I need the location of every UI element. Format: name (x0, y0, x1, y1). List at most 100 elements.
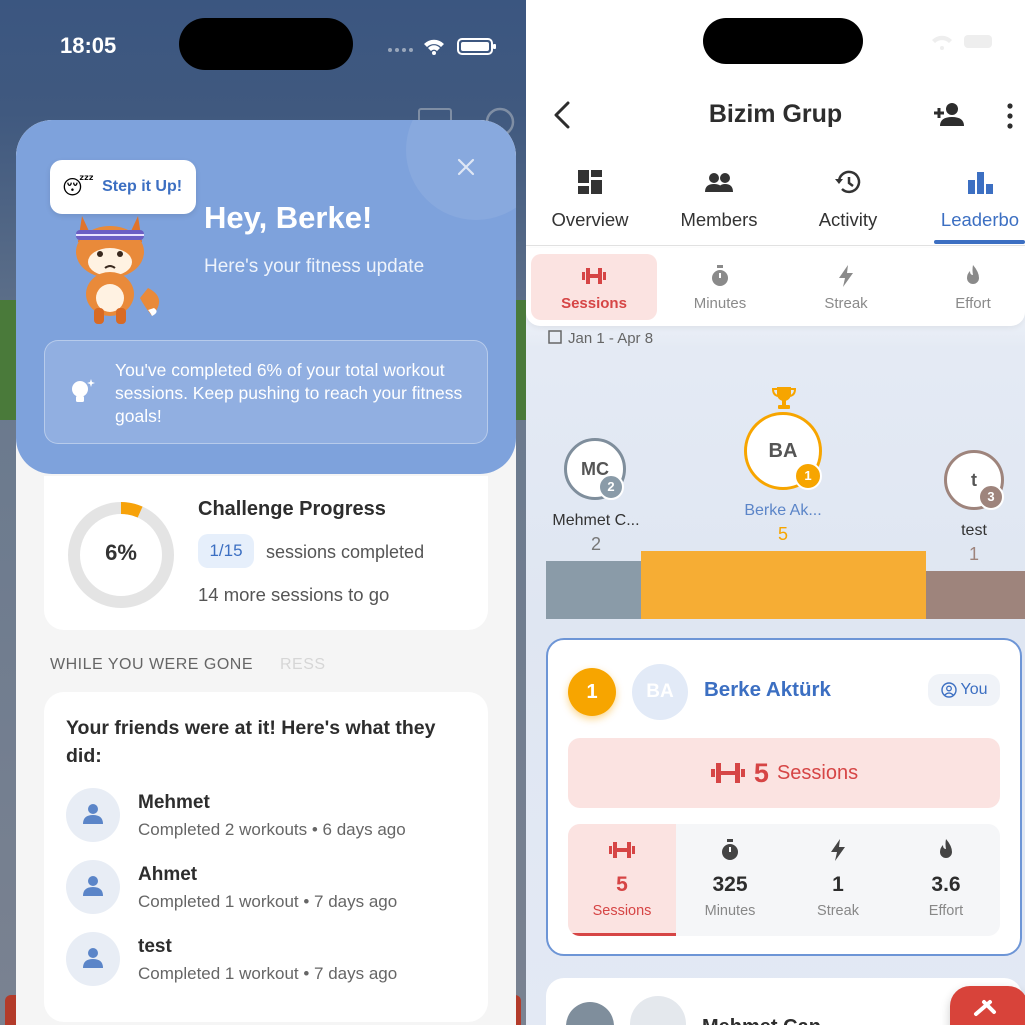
podium-name: Mehmet C... (552, 512, 640, 529)
more-options-icon[interactable] (1006, 102, 1014, 130)
active-tab-indicator (934, 240, 1025, 244)
status-icons (388, 38, 496, 55)
member-name: Mehmet Can (702, 1016, 821, 1025)
date-range[interactable]: Jan 1 - Apr 8 (548, 330, 653, 347)
sessions-remaining: 14 more sessions to go (198, 584, 390, 605)
rank-badge: 1 (568, 668, 616, 716)
user-circle-icon (940, 682, 957, 698)
stopwatch-icon (722, 839, 738, 860)
flame-icon (967, 265, 979, 284)
sessions-chip: 1/15 (198, 534, 254, 568)
challenge-progress-card: 6% Challenge Progress 1/15 sessions comp… (44, 476, 488, 630)
avatar (630, 996, 686, 1025)
lightbulb-icon (72, 379, 95, 402)
add-member-icon[interactable] (932, 100, 966, 130)
friends-title: Your friends were at it! Here's what the… (66, 717, 436, 767)
avatar-initials: t (971, 470, 977, 490)
dashboard-icon (578, 170, 602, 194)
tab-overview[interactable]: Overview (530, 168, 650, 231)
calendar-icon (548, 330, 562, 344)
status-bar: 18:05 (0, 0, 526, 90)
stat-label: Minutes (704, 903, 756, 919)
log-workout-fab[interactable] (950, 986, 1025, 1025)
podium-bar-3 (926, 571, 1025, 619)
date-range-label: Jan 1 - Apr 8 (568, 330, 654, 347)
stat-value: 325 (712, 873, 748, 896)
avatar-initials: BA (768, 440, 798, 462)
friend-name: test (138, 936, 172, 957)
podium-value: 5 (777, 524, 788, 544)
metric-sessions[interactable]: Sessions (531, 254, 657, 320)
members-icon (705, 173, 733, 192)
leader-name: Berke Aktürk (704, 678, 831, 701)
flame-icon (940, 839, 952, 858)
podium-name: test (961, 522, 987, 539)
stat-value: 5 (616, 873, 628, 896)
primary-stat-value: 5 (753, 757, 769, 788)
tab-members[interactable]: Members (659, 168, 779, 231)
metric-label: Sessions (561, 295, 627, 312)
dumbbell-icon (609, 842, 635, 858)
bolt-icon (839, 265, 853, 287)
stat-minutes[interactable]: 325 Minutes (676, 824, 784, 936)
stat-sessions[interactable]: 5 Sessions (568, 824, 676, 936)
tab-leaderboard[interactable]: Leaderbo (920, 168, 1025, 231)
podium-value: 2 (590, 534, 601, 554)
friend-detail: Completed 1 workout • 7 days ago (138, 892, 398, 911)
sleepy-emoji-icon: 😴 (62, 176, 95, 199)
user-icon (83, 876, 103, 896)
section-ghost-text: RESS (280, 656, 326, 673)
divider (526, 245, 1025, 246)
mood-badge: 😴 Step it Up! (50, 160, 196, 214)
dynamic-island (179, 18, 353, 70)
history-icon (835, 170, 861, 194)
right-screen: 18:07 Bizim Grup Overview Members Activi… (526, 0, 1025, 1025)
tip-text: You've completed 6% of your total workou… (115, 360, 463, 426)
you-badge: You (928, 674, 1000, 706)
friend-item[interactable]: test Completed 1 workout • 7 days ago (66, 932, 466, 992)
friend-item[interactable]: Mehmet Completed 2 workouts • 6 days ago (66, 788, 466, 848)
metric-label: Minutes (693, 295, 747, 312)
user-icon (83, 804, 103, 824)
stat-value: 3.6 (931, 873, 961, 896)
metric-label: Effort (955, 295, 991, 312)
stat-streak[interactable]: 1 Streak (784, 824, 892, 936)
rank-badge (566, 1002, 614, 1025)
bolt-icon (831, 839, 845, 861)
user-icon (83, 948, 103, 968)
close-button[interactable] (454, 156, 478, 180)
friend-name: Mehmet (138, 792, 210, 813)
stat-label: Effort (928, 903, 964, 919)
podium-name: Berke Ak... (744, 502, 822, 519)
status-time: 18:07 (594, 33, 651, 58)
friend-item[interactable]: Ahmet Completed 1 workout • 7 days ago (66, 860, 466, 920)
progress-title: Challenge Progress (198, 498, 386, 520)
friend-detail: Completed 1 workout • 7 days ago (138, 964, 398, 983)
dumbbell-icon (710, 763, 745, 783)
status-icons (932, 35, 992, 50)
tab-activity[interactable]: Activity (788, 168, 908, 231)
fitness-update-sheet: 😴 Step it Up! Hey, Berke! Here's your fi… (16, 120, 516, 1025)
tab-label: Activity (818, 209, 878, 230)
leader-card[interactable]: 1 BA Berke Aktürk You 5 Sessions 5 Sessi… (546, 638, 1022, 956)
workout-icon (974, 1000, 996, 1016)
podium-bar-1 (641, 551, 926, 619)
stat-label: Streak (817, 903, 859, 919)
primary-stat: 5 Sessions (568, 738, 1000, 808)
metric-label: Streak (824, 295, 868, 312)
metric-streak[interactable]: Streak (783, 254, 909, 320)
greeting-title: Hey, Berke! (204, 200, 373, 235)
rank-badge: 3 (978, 484, 1004, 510)
dynamic-island (703, 18, 863, 64)
friend-name: Ahmet (138, 864, 198, 885)
avatar: BA (632, 664, 688, 720)
bg-element (0, 300, 16, 420)
metric-effort[interactable]: Effort (910, 254, 1025, 320)
stat-effort[interactable]: 3.6 Effort (892, 824, 1000, 936)
progress-percent: 6% (105, 540, 137, 565)
trophy-icon (771, 387, 797, 409)
metric-minutes[interactable]: Minutes (657, 254, 783, 320)
dumbbell-icon (582, 268, 606, 284)
section-title: WHILE YOU WERE GONE (50, 656, 254, 673)
avatar (66, 932, 120, 986)
